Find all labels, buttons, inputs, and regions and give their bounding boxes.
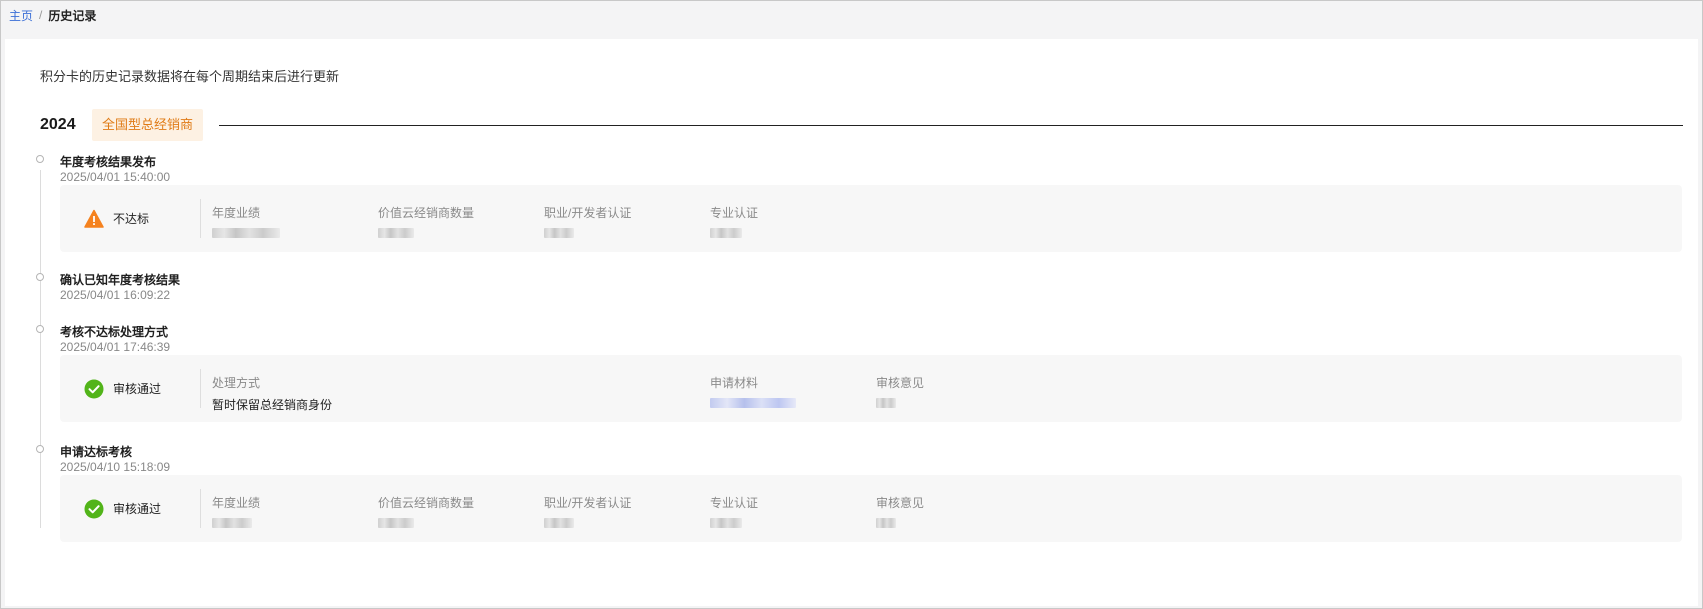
timeline-dot	[36, 273, 44, 281]
field-annual-performance: 年度业绩	[212, 494, 260, 528]
timeline-dot	[36, 325, 44, 333]
update-notice: 积分卡的历史记录数据将在每个周期结束后进行更新	[40, 69, 340, 84]
history-panel: 积分卡的历史记录数据将在每个周期结束后进行更新 2024 全国型总经销商 年度考…	[5, 39, 1698, 606]
redacted-value	[876, 518, 896, 528]
breadcrumb-home-link[interactable]: 主页	[9, 7, 33, 24]
field-dealer-count: 价值云经销商数量	[378, 204, 474, 238]
timeline-dot	[36, 155, 44, 163]
field-value: 暂时保留总经销商身份	[212, 398, 333, 412]
field-label: 年度业绩	[212, 496, 261, 510]
field-annual-performance: 年度业绩	[212, 204, 280, 238]
check-circle-icon	[84, 379, 104, 398]
field-label: 价值云经销商数量	[378, 206, 475, 220]
warning-icon	[84, 209, 104, 228]
breadcrumb: 主页 / 历史记录	[9, 7, 96, 23]
field-developer-cert: 职业/开发者认证	[544, 494, 631, 528]
redacted-value	[710, 228, 742, 238]
breadcrumb-current: 历史记录	[48, 8, 97, 23]
event-card: 审核通过 年度业绩 价值云经销商数量 职业/开发者认证 专业认证 审核意见	[60, 475, 1682, 542]
event-time: 2025/04/01 17:46:39	[60, 340, 171, 354]
redacted-link[interactable]	[710, 398, 796, 408]
field-professional-cert: 专业认证	[710, 494, 758, 528]
redacted-value	[212, 518, 252, 528]
redacted-value	[212, 228, 280, 238]
event-card: 审核通过 处理方式 暂时保留总经销商身份 申请材料 审核意见	[60, 355, 1682, 422]
check-circle-icon	[84, 499, 104, 518]
event-title: 申请达标考核	[60, 445, 133, 459]
field-dealer-count: 价值云经销商数量	[378, 494, 474, 528]
redacted-value	[710, 518, 742, 528]
redacted-value	[876, 398, 896, 408]
event-title: 年度考核结果发布	[60, 155, 157, 169]
field-label: 申请材料	[710, 376, 759, 390]
field-professional-cert: 专业认证	[710, 204, 758, 238]
card-divider	[200, 369, 201, 408]
redacted-value	[378, 228, 414, 238]
field-developer-cert: 职业/开发者认证	[544, 204, 631, 238]
event-time: 2025/04/01 16:09:22	[60, 288, 171, 302]
field-application-materials: 申请材料	[710, 374, 796, 408]
status-indicator: 审核通过	[84, 355, 161, 422]
event-time: 2025/04/01 15:40:00	[60, 170, 171, 184]
redacted-value	[544, 228, 574, 238]
field-label: 审核意见	[876, 496, 925, 510]
event-card: 不达标 年度业绩 价值云经销商数量 职业/开发者认证 专业认证	[60, 185, 1682, 252]
event-title: 考核不达标处理方式	[60, 325, 169, 339]
card-divider	[200, 489, 201, 528]
redacted-value	[544, 518, 574, 528]
timeline-dot	[36, 445, 44, 453]
page-frame: 主页 / 历史记录 积分卡的历史记录数据将在每个周期结束后进行更新 2024 全…	[0, 0, 1703, 609]
field-review-opinion: 审核意见	[876, 494, 924, 528]
field-label: 职业/开发者认证	[544, 496, 632, 510]
status-text: 审核通过	[113, 382, 162, 396]
redacted-value	[378, 518, 414, 528]
year-divider	[219, 124, 1683, 126]
field-review-opinion: 审核意见	[876, 374, 924, 408]
timeline-line	[40, 170, 41, 528]
field-handling-method: 处理方式 暂时保留总经销商身份	[212, 374, 332, 413]
field-label: 专业认证	[710, 496, 759, 510]
year-header: 2024 全国型总经销商	[40, 109, 1683, 141]
status-text: 不达标	[113, 212, 150, 226]
card-divider	[200, 199, 201, 238]
field-label: 价值云经销商数量	[378, 496, 475, 510]
field-label: 年度业绩	[212, 206, 261, 220]
field-label: 专业认证	[710, 206, 759, 220]
field-label: 审核意见	[876, 376, 925, 390]
field-label: 职业/开发者认证	[544, 206, 632, 220]
status-text: 审核通过	[113, 502, 162, 516]
distributor-type-tag: 全国型总经销商	[92, 109, 204, 141]
field-label: 处理方式	[212, 376, 261, 390]
breadcrumb-separator: /	[39, 8, 43, 22]
event-time: 2025/04/10 15:18:09	[60, 460, 171, 474]
status-indicator: 不达标	[84, 185, 149, 252]
status-indicator: 审核通过	[84, 475, 161, 542]
year-label: 2024	[40, 116, 76, 133]
event-title: 确认已知年度考核结果	[60, 273, 181, 287]
